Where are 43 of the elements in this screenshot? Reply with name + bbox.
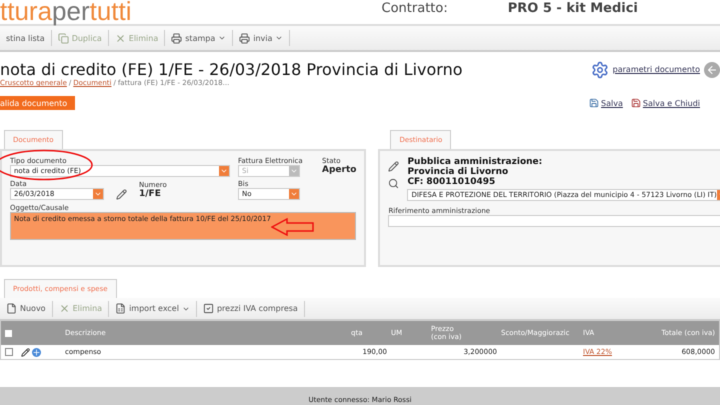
search-icon[interactable]	[388, 178, 400, 189]
close-icon	[58, 303, 70, 314]
back-icon[interactable]	[704, 62, 720, 78]
save-link[interactable]: Salva	[601, 98, 623, 108]
number-value: 1/FE	[139, 189, 162, 199]
save-icon	[589, 98, 600, 108]
close-icon	[114, 32, 126, 44]
add-icon[interactable]	[32, 348, 41, 356]
save-icon	[630, 98, 641, 108]
row-checkbox[interactable]	[5, 348, 13, 356]
copy-icon	[58, 32, 69, 44]
contract-label: Contratto:	[382, 1, 448, 18]
checkbox-icon	[202, 303, 214, 314]
file-icon	[6, 303, 17, 314]
caret-icon	[220, 167, 228, 175]
settings-icon	[590, 60, 609, 78]
spreadsheet-icon	[115, 303, 126, 314]
caret-icon	[290, 190, 298, 198]
status-value: Aperto	[322, 165, 356, 175]
pencil-icon[interactable]	[116, 188, 127, 200]
recipient-line: Pubblica amministrazione:	[407, 157, 544, 167]
toolbar-button[interactable]: Nuovo	[0, 300, 53, 316]
printer-icon	[171, 32, 182, 44]
document-title: nota di credito (FE) 1/FE - 26/03/2018 Provincia di Livorno	[0, 60, 463, 79]
logo: tturapertutti	[0, 0, 132, 24]
caret-icon	[94, 190, 102, 198]
edit-icon[interactable]	[21, 348, 30, 356]
caret-icon	[290, 167, 298, 175]
settings-link[interactable]: parametri documento	[612, 65, 700, 74]
toolbar-button[interactable]: import excel	[109, 300, 197, 316]
arrow-annotation	[271, 218, 315, 236]
header-checkbox[interactable]	[5, 330, 12, 336]
contract-value: PRO 5 - kit Medici	[508, 1, 638, 18]
toolbar-button[interactable]: prezzi IVA compresa	[196, 300, 305, 316]
toolbar-button[interactable]: stina lista	[0, 30, 52, 46]
reference-field[interactable]	[388, 215, 720, 227]
toolbar-button[interactable]: invia	[233, 30, 290, 46]
pencil-icon[interactable]	[388, 161, 400, 172]
save-link[interactable]: Salva e Chiudi	[642, 98, 700, 108]
toolbar-button[interactable]: stampa	[165, 30, 234, 46]
recipient-line: CF: 80011010495	[407, 177, 496, 187]
recipient-line: Provincia di Livorno	[407, 167, 510, 177]
printer-icon	[239, 32, 250, 44]
